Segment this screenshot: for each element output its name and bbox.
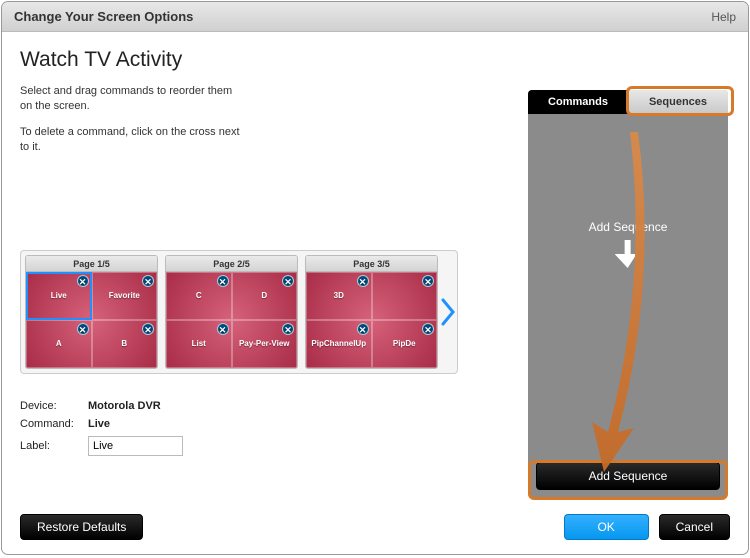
command-cell[interactable]: C✕ <box>166 272 232 320</box>
cell-label: B <box>121 340 127 349</box>
cell-label: PipDe <box>393 340 416 349</box>
cell-label: D <box>261 292 267 301</box>
page-card[interactable]: Page 3/5 3D ✕ ✕ PipChannelUp ✕ PipDe ✕ <box>305 255 438 369</box>
close-icon[interactable]: ✕ <box>217 323 229 335</box>
chevron-right-icon <box>441 298 457 326</box>
cell-label: List <box>192 340 206 349</box>
command-cell[interactable]: List ✕ <box>166 320 232 368</box>
cell-label: Pay-Per-View <box>239 340 290 349</box>
command-value: Live <box>88 418 110 430</box>
hint-text: Add Sequence <box>589 220 668 234</box>
page-card[interactable]: Page 1/5 Live✕ Favorite✕ A✕ B✕ <box>25 255 158 369</box>
cell-label: Live <box>51 292 67 301</box>
command-cell[interactable]: Pay-Per-View ✕ <box>232 320 298 368</box>
device-value: Motorola DVR <box>88 400 161 412</box>
cell-label: A <box>56 340 62 349</box>
close-icon[interactable]: ✕ <box>422 275 434 287</box>
ok-button[interactable]: OK <box>564 514 649 540</box>
cell-label: C <box>196 292 202 301</box>
close-icon[interactable]: ✕ <box>357 275 369 287</box>
device-label: Device: <box>20 400 88 412</box>
close-icon[interactable]: ✕ <box>282 275 294 287</box>
page-label: Page 1/5 <box>26 256 157 272</box>
command-cell[interactable]: ✕ <box>372 272 438 320</box>
titlebar: Change Your Screen Options Help <box>2 2 748 32</box>
add-sequence-button[interactable]: Add Sequence <box>536 462 720 490</box>
command-cell[interactable]: 3D ✕ <box>306 272 372 320</box>
page-card[interactable]: Page 2/5 C✕ D✕ List✕ Pay-Per-View✕ <box>165 255 298 369</box>
close-icon[interactable]: ✕ <box>77 275 89 287</box>
side-panel: Commands Sequences Add Sequence Add Sequ… <box>528 90 728 498</box>
command-cell[interactable]: D✕ <box>232 272 298 320</box>
page-label: Page 2/5 <box>166 256 297 272</box>
page-title: Watch TV Activity <box>20 48 730 72</box>
command-cell[interactable]: PipDe ✕ <box>372 320 438 368</box>
cancel-button[interactable]: Cancel <box>659 514 730 540</box>
cell-label: PipChannelUp <box>311 340 366 349</box>
tab-commands[interactable]: Commands <box>528 90 628 114</box>
cell-label: 3D <box>334 292 344 301</box>
close-icon[interactable]: ✕ <box>142 323 154 335</box>
close-icon[interactable]: ✕ <box>282 323 294 335</box>
page-strip: Page 1/5 Live✕ Favorite✕ A✕ B✕ Page 2/5 … <box>20 250 458 374</box>
instruction-line: To delete a command, click on the cross … <box>20 125 240 156</box>
restore-defaults-button[interactable]: Restore Defaults <box>20 514 143 540</box>
command-details: Device:Motorola DVR Command:Live Label: <box>20 400 183 462</box>
tab-sequences[interactable]: Sequences <box>628 90 728 114</box>
arrow-down-icon <box>589 240 668 271</box>
instruction-line: Select and drag commands to reorder them… <box>20 84 240 115</box>
close-icon[interactable]: ✕ <box>142 275 154 287</box>
command-label: Command: <box>20 418 88 430</box>
close-icon[interactable]: ✕ <box>77 323 89 335</box>
page-label: Page 3/5 <box>306 256 437 272</box>
close-icon[interactable]: ✕ <box>217 275 229 287</box>
command-cell[interactable]: Favorite✕ <box>92 272 158 320</box>
command-cell[interactable]: B✕ <box>92 320 158 368</box>
close-icon[interactable]: ✕ <box>357 323 369 335</box>
command-cell[interactable]: PipChannelUp ✕ <box>306 320 372 368</box>
command-cell[interactable]: Live ✕ <box>26 272 92 320</box>
window-title: Change Your Screen Options <box>14 9 711 24</box>
cell-label: Favorite <box>109 292 140 301</box>
next-page-arrow[interactable] <box>439 292 458 332</box>
command-cell[interactable]: A✕ <box>26 320 92 368</box>
help-link[interactable]: Help <box>711 10 736 24</box>
label-input[interactable] <box>88 436 183 456</box>
close-icon[interactable]: ✕ <box>422 323 434 335</box>
label-label: Label: <box>20 440 88 452</box>
add-sequence-hint: Add Sequence <box>589 220 668 271</box>
